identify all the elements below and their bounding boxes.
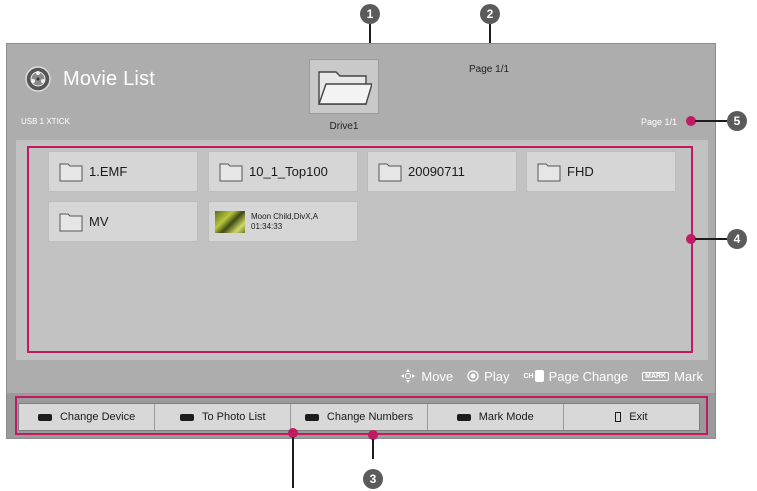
callout-1: 1	[360, 4, 380, 24]
callout-4: 4	[727, 229, 747, 249]
channel-key-label: CH	[523, 372, 534, 380]
mark-key-icon: MARK	[642, 371, 670, 381]
hint-play-label: Play	[484, 368, 510, 384]
callout-3-leader-right	[372, 439, 374, 459]
channel-arrows-icon	[534, 370, 544, 382]
hint-play: Play	[467, 369, 509, 384]
movie-reel-icon	[25, 66, 51, 92]
callout-4-leader	[695, 238, 727, 240]
hint-page-change-label: Page Change	[548, 368, 629, 384]
callout-5: 5	[727, 111, 747, 131]
drive-label: Drive1	[329, 121, 359, 132]
hint-move: Move	[400, 368, 453, 384]
page-indicator: Page 1/1	[641, 117, 678, 127]
callout-3-highlight	[15, 396, 708, 435]
control-hints: Move Play CH Page Change MARK Mark	[400, 368, 703, 384]
hint-mark-label: Mark	[674, 368, 703, 384]
callout-4-highlight	[27, 146, 693, 353]
callout-3: 3	[363, 469, 383, 489]
page-title: Movie List	[63, 67, 156, 90]
channel-key-icon: CH	[523, 370, 544, 382]
hint-move-label: Move	[421, 368, 454, 384]
drive-folder[interactable]	[309, 59, 379, 114]
callout-3-leader-left	[292, 437, 294, 488]
device-label: USB 1 XTICK	[21, 117, 70, 126]
page-indicator-top: Page 1/1	[469, 64, 510, 75]
callout-2: 2	[480, 4, 500, 24]
folder-icon	[318, 70, 372, 105]
hint-page-change: CH Page Change	[523, 369, 628, 384]
title-row: Movie List	[25, 66, 155, 92]
hint-mark: MARK Mark	[642, 369, 703, 384]
move-arrows-icon	[401, 369, 416, 383]
callout-5-leader	[695, 120, 727, 122]
ok-button-icon	[467, 370, 479, 382]
